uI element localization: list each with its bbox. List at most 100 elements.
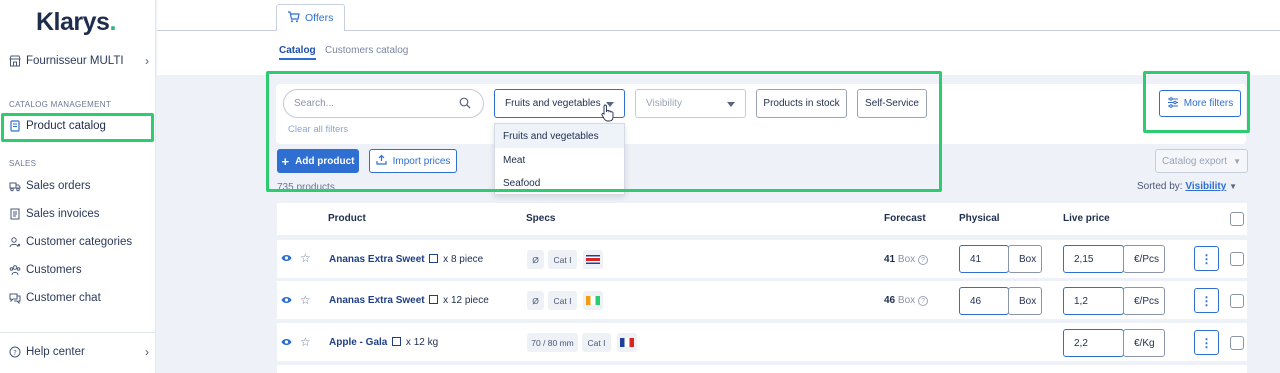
- row-checkbox[interactable]: [1230, 252, 1244, 266]
- price-unit-select[interactable]: €/Pcs: [1123, 245, 1165, 273]
- package-icon: [429, 254, 439, 263]
- users-icon: [9, 236, 21, 248]
- spec-category: Cat I: [582, 333, 611, 352]
- physical-unit-select[interactable]: Box: [1008, 245, 1042, 273]
- sidebar-item-label: Sales invoices: [26, 208, 100, 220]
- forecast-unit: Box: [897, 254, 916, 265]
- price-unit-select[interactable]: €/Pcs: [1123, 287, 1165, 315]
- tab-offers-label: Offers: [305, 12, 334, 24]
- sidebar: Klarys. Fournisseur MULTI › CATALOG MANA…: [0, 0, 156, 373]
- chevron-right-icon: ›: [145, 345, 149, 359]
- forecast-cell: 46 Box ?: [884, 295, 928, 306]
- eye-icon[interactable]: [281, 295, 292, 308]
- price-input[interactable]: 2,15: [1063, 245, 1124, 273]
- forecast-unit: Box: [897, 295, 916, 306]
- tab-offers[interactable]: Offers: [276, 4, 345, 31]
- star-icon[interactable]: ☆: [300, 335, 311, 349]
- supplier-name: Fournisseur MULTI: [26, 55, 124, 67]
- sidebar-item-customer-categories[interactable]: Customer categories: [9, 236, 149, 248]
- truck-icon: [9, 180, 21, 192]
- sidebar-item-label: Customer categories: [26, 236, 133, 248]
- sidebar-item-label: Sales orders: [26, 180, 91, 192]
- product-cell[interactable]: Ananas Extra Sweet x 8 piece: [329, 254, 483, 265]
- spec-category: Cat I: [548, 291, 577, 310]
- select-all-checkbox[interactable]: [1230, 212, 1244, 226]
- row-checkbox[interactable]: [1230, 294, 1244, 308]
- flag-costa-rica-icon: [583, 250, 603, 269]
- sidebar-item-customers[interactable]: Customers: [9, 264, 149, 276]
- product-pack: x 8 piece: [443, 254, 484, 265]
- table-row: [277, 365, 1247, 373]
- section-catalog-management: CATALOG MANAGEMENT: [9, 100, 112, 109]
- forecast-value: 46: [884, 295, 896, 306]
- people-icon: [9, 264, 21, 276]
- price-unit-select[interactable]: €/Kg: [1123, 329, 1165, 357]
- section-sales: SALES: [9, 159, 37, 168]
- physical-unit-select[interactable]: Box: [1008, 287, 1042, 315]
- product-pack: x 12 piece: [443, 295, 489, 306]
- product-cell[interactable]: Apple - Gala x 12 kg: [329, 337, 438, 348]
- help-center-link[interactable]: ? Help center ›: [9, 345, 149, 359]
- product-name: Ananas Extra Sweet: [329, 295, 425, 306]
- klarys-logo[interactable]: Klarys.: [36, 8, 116, 37]
- info-icon[interactable]: ?: [917, 296, 928, 306]
- physical-qty-input[interactable]: 41: [959, 245, 1009, 273]
- caret-down-icon: ▼: [1233, 156, 1241, 166]
- product-pack: x 12 kg: [405, 337, 439, 348]
- forecast-value: 41: [884, 254, 896, 265]
- package-icon: [392, 337, 402, 346]
- spec-caliber: Ø: [527, 250, 544, 269]
- row-menu-kebab-icon[interactable]: ⋮: [1194, 288, 1219, 313]
- help-center-label: Help center: [26, 346, 85, 358]
- info-icon[interactable]: ?: [917, 255, 928, 265]
- column-live-price[interactable]: Live price: [1063, 213, 1110, 224]
- subtab-customers-catalog[interactable]: Customers catalog: [325, 45, 408, 56]
- eye-icon[interactable]: [281, 253, 292, 266]
- column-forecast[interactable]: Forecast: [884, 213, 926, 224]
- sort-control[interactable]: Sorted by: Visibility ▼: [1137, 181, 1237, 192]
- spec-caliber: Ø: [527, 291, 544, 310]
- catalog-export-label: Catalog export: [1162, 155, 1228, 167]
- sorted-by-value[interactable]: Visibility: [1185, 181, 1226, 192]
- caret-down-icon: ▼: [1229, 182, 1238, 191]
- invoice-icon: [9, 208, 21, 220]
- column-physical[interactable]: Physical: [959, 213, 1000, 224]
- filter-highlight-box: [266, 71, 942, 192]
- cart-icon: [287, 10, 300, 26]
- package-icon: [429, 295, 439, 304]
- product-name: Ananas Extra Sweet: [329, 254, 425, 265]
- price-input[interactable]: 1,2: [1063, 287, 1124, 315]
- column-product[interactable]: Product: [328, 213, 366, 224]
- help-icon: ?: [9, 346, 21, 358]
- sidebar-item-label: Customer chat: [26, 292, 101, 304]
- svg-text:?: ?: [13, 349, 17, 357]
- flag-ivory-coast-icon: [583, 291, 603, 310]
- forecast-cell: 41 Box ?: [884, 254, 928, 265]
- sorted-by-label: Sorted by:: [1137, 181, 1183, 192]
- divider: [0, 332, 155, 333]
- more-filters-highlight-box: [1143, 71, 1250, 133]
- sidebar-item-label: Customers: [26, 264, 82, 276]
- catalog-export-button[interactable]: Catalog export ▼: [1155, 149, 1248, 173]
- flag-france-icon: [617, 333, 637, 352]
- product-name: Apple - Gala: [329, 337, 388, 348]
- row-checkbox[interactable]: [1230, 336, 1244, 350]
- column-specs[interactable]: Specs: [526, 213, 555, 224]
- physical-qty-input[interactable]: 46: [959, 287, 1009, 315]
- chat-icon: [9, 292, 21, 305]
- spec-category: Cat I: [548, 250, 577, 269]
- sidebar-item-sales-invoices[interactable]: Sales invoices: [9, 208, 149, 220]
- sidebar-item-sales-orders[interactable]: Sales orders: [9, 180, 149, 192]
- supplier-switcher[interactable]: Fournisseur MULTI ›: [9, 54, 149, 68]
- star-icon[interactable]: ☆: [300, 251, 311, 265]
- subtab-catalog[interactable]: Catalog: [279, 45, 316, 60]
- sidebar-item-customer-chat[interactable]: Customer chat: [9, 292, 149, 305]
- price-input[interactable]: 2,2: [1063, 329, 1124, 357]
- row-menu-kebab-icon[interactable]: ⋮: [1194, 246, 1219, 271]
- row-menu-kebab-icon[interactable]: ⋮: [1194, 330, 1219, 355]
- store-icon: [9, 55, 21, 67]
- active-item-highlight: [1, 113, 154, 142]
- product-cell[interactable]: Ananas Extra Sweet x 12 piece: [329, 295, 489, 306]
- star-icon[interactable]: ☆: [300, 293, 311, 307]
- eye-icon[interactable]: [281, 337, 292, 350]
